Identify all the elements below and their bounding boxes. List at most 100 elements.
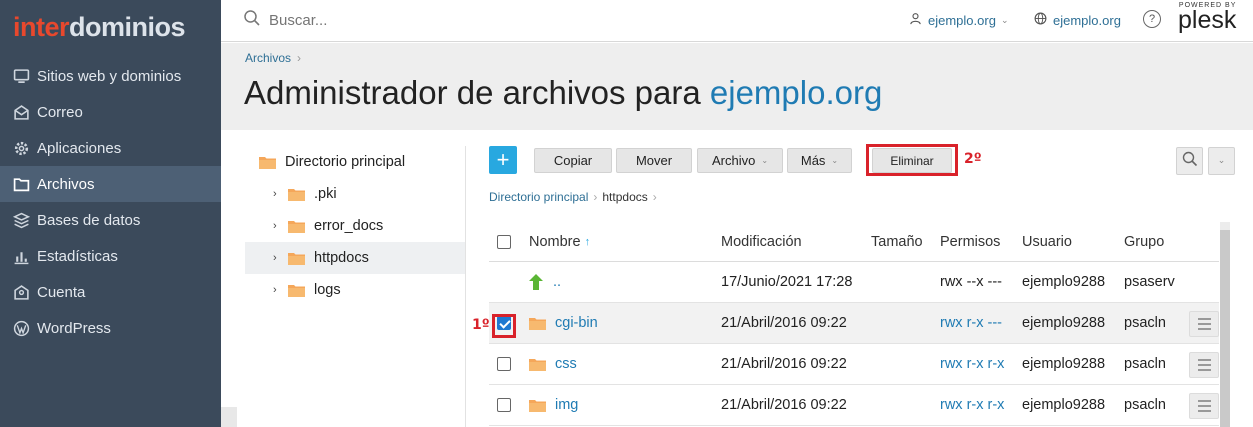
- file-name[interactable]: cgi-bin: [555, 315, 598, 331]
- domain-link[interactable]: ejemplo.org: [1034, 12, 1121, 28]
- tree-item-label: error_docs: [314, 218, 384, 234]
- page-title: Administrador de archivos para ejemplo.o…: [244, 74, 882, 112]
- more-menu-label: Más: [800, 153, 826, 168]
- file-modified: 17/Junio/2021 17:28: [721, 274, 853, 290]
- file-permissions[interactable]: rwx r-x r-x: [940, 397, 1022, 413]
- table-row[interactable]: .. 17/Junio/2021 17:28 rwx --x --- ejemp…: [489, 262, 1219, 303]
- step-2-label: 2º: [964, 151, 982, 167]
- file-user: ejemplo9288: [1022, 274, 1106, 290]
- file-search-button[interactable]: [1176, 147, 1203, 175]
- folder-icon: [529, 399, 546, 412]
- table-row[interactable]: css 21/Abril/2016 09:22 rwx r-x r-x ejem…: [489, 344, 1219, 385]
- select-all-checkbox[interactable]: [497, 234, 511, 249]
- delete-button[interactable]: Eliminar: [872, 148, 952, 173]
- file-menu-button[interactable]: Archivo ⌄: [697, 148, 783, 173]
- chevron-down-icon: ⌄: [1000, 14, 1009, 25]
- chevron-right-icon[interactable]: ›: [273, 252, 285, 264]
- sidebar-item-databases[interactable]: Bases de datos: [0, 202, 221, 238]
- row-menu-button[interactable]: [1189, 393, 1219, 419]
- interdominios-logo[interactable]: interdominios: [0, 0, 221, 50]
- row-menu-button[interactable]: [1189, 352, 1219, 378]
- domain-link-label: ejemplo.org: [1053, 12, 1121, 28]
- top-bar: ejemplo.org ⌄ ejemplo.org ? POWERED BY p…: [221, 0, 1253, 42]
- breadcrumb-archivos[interactable]: Archivos: [245, 51, 291, 65]
- row-menu-button[interactable]: [1189, 311, 1219, 337]
- tree-item-root[interactable]: Directorio principal: [245, 146, 465, 178]
- user-menu[interactable]: ejemplo.org ⌄: [909, 12, 1008, 28]
- mail-icon: [12, 103, 30, 121]
- sidebar-item-websites[interactable]: Sitios web y dominios: [0, 58, 221, 94]
- folder-icon: [288, 284, 305, 297]
- page-title-domain[interactable]: ejemplo.org: [710, 74, 882, 111]
- tree-item-error-docs[interactable]: › error_docs: [245, 210, 465, 242]
- table-row[interactable]: img 21/Abril/2016 09:22 rwx r-x r-x ejem…: [489, 385, 1219, 426]
- more-menu-button[interactable]: Más ⌄: [787, 148, 852, 173]
- sidebar-item-mail[interactable]: Correo: [0, 94, 221, 130]
- column-group[interactable]: Grupo: [1124, 234, 1194, 250]
- bar-chart-icon: [12, 247, 30, 265]
- sidebar-item-files[interactable]: Archivos: [0, 166, 221, 202]
- sidebar-item-label: Bases de datos: [37, 211, 141, 229]
- page-header: Archivos › Administrador de archivos para…: [221, 43, 1253, 130]
- folder-icon: [259, 156, 276, 169]
- move-button[interactable]: Mover: [616, 148, 692, 173]
- search-box[interactable]: [243, 9, 469, 31]
- checkbox-highlight-box: [492, 314, 516, 338]
- path-current[interactable]: httpdocs: [602, 190, 647, 204]
- tree-scrollbar[interactable]: [221, 407, 237, 427]
- column-user[interactable]: Usuario: [1022, 234, 1124, 250]
- sidebar-item-account[interactable]: Cuenta: [0, 274, 221, 310]
- plesk-logo: POWERED BY plesk: [1178, 2, 1237, 34]
- chevron-right-icon[interactable]: ›: [273, 188, 285, 200]
- sidebar-item-statistics[interactable]: Estadísticas: [0, 238, 221, 274]
- table-row[interactable]: cgi-bin 21/Abril/2016 09:22 rwx r-x --- …: [489, 303, 1219, 344]
- help-icon[interactable]: ?: [1143, 10, 1161, 28]
- file-permissions[interactable]: rwx r-x ---: [940, 315, 1022, 331]
- row-checkbox[interactable]: [497, 398, 511, 412]
- gear-icon: [12, 139, 30, 157]
- copy-button[interactable]: Copiar: [534, 148, 612, 173]
- row-checkbox[interactable]: [497, 357, 511, 371]
- column-name-label: Nombre: [529, 233, 581, 250]
- sidebar-item-label: Correo: [37, 103, 83, 121]
- table-scrollbar-thumb[interactable]: [1220, 230, 1230, 427]
- path-breadcrumb: Directorio principal › httpdocs ›: [489, 190, 662, 204]
- add-button[interactable]: +: [489, 146, 517, 174]
- file-name[interactable]: ..: [553, 274, 561, 290]
- file-name[interactable]: img: [555, 397, 578, 413]
- chevron-down-icon: ⌄: [831, 156, 839, 165]
- sidebar-item-label: Cuenta: [37, 283, 86, 301]
- file-modified: 21/Abril/2016 09:22: [721, 397, 847, 413]
- path-root-link[interactable]: Directorio principal: [489, 190, 588, 204]
- sidebar-item-wordpress[interactable]: WordPress: [0, 310, 221, 346]
- tree-item-logs[interactable]: › logs: [245, 274, 465, 306]
- chevron-down-icon[interactable]: ⌄: [1208, 147, 1235, 175]
- tree-item-pki[interactable]: › .pki: [245, 178, 465, 210]
- column-name[interactable]: Nombre ↑: [529, 234, 721, 250]
- breadcrumb: Archivos ›: [245, 51, 301, 65]
- tree-item-label: .pki: [314, 186, 337, 202]
- parent-directory-icon: [529, 274, 543, 290]
- file-name[interactable]: css: [555, 356, 577, 372]
- folder-icon: [288, 188, 305, 201]
- wordpress-icon: [12, 319, 30, 337]
- folder-icon: [529, 358, 546, 371]
- column-modified[interactable]: Modificación: [721, 234, 871, 250]
- file-permissions[interactable]: rwx r-x r-x: [940, 356, 1022, 372]
- search-input[interactable]: [269, 11, 469, 29]
- column-size[interactable]: Tamaño: [871, 234, 940, 250]
- sidebar-item-applications[interactable]: Aplicaciones: [0, 130, 221, 166]
- sort-up-icon: ↑: [584, 235, 591, 248]
- account-icon: [12, 283, 30, 301]
- tree-item-label: Directorio principal: [285, 154, 406, 170]
- tree-item-label: logs: [314, 282, 341, 298]
- chevron-right-icon[interactable]: ›: [273, 220, 285, 232]
- chevron-down-icon: ⌄: [761, 156, 769, 165]
- column-permissions[interactable]: Permisos: [940, 234, 1022, 250]
- chevron-right-icon[interactable]: ›: [273, 284, 285, 296]
- plesk-wordmark: plesk: [1178, 6, 1237, 34]
- tree-item-httpdocs[interactable]: › httpdocs: [245, 242, 465, 274]
- file-group: psaserv: [1124, 274, 1175, 290]
- sidebar-item-label: Sitios web y dominios: [37, 67, 182, 85]
- database-icon: [12, 211, 30, 229]
